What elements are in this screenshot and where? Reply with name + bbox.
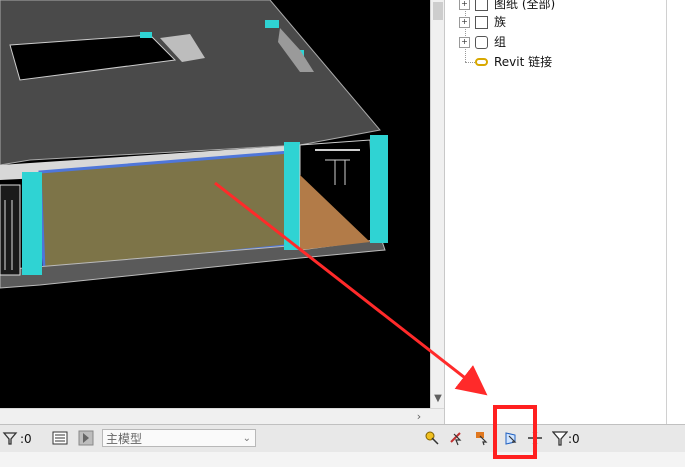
scroll-right-arrow-icon[interactable]: ›	[412, 409, 426, 425]
scrollbar-thumb[interactable]	[433, 2, 443, 20]
filter-small-icon[interactable]	[2, 430, 18, 446]
group-icon	[475, 35, 488, 49]
status-bar: :0 主模型 ⌄ :0	[0, 424, 685, 453]
vertical-scrollbar[interactable]: ▼	[430, 0, 445, 410]
active-model-label: 主模型	[106, 432, 143, 446]
expand-icon[interactable]: +	[459, 36, 470, 48]
horizontal-scrollbar[interactable]: ›	[0, 408, 444, 425]
properties-icon[interactable]	[52, 430, 68, 446]
select-links-icon[interactable]	[424, 430, 440, 446]
3d-viewport[interactable]	[0, 0, 430, 410]
family-icon	[475, 15, 488, 29]
scroll-down-arrow-icon[interactable]: ▼	[431, 392, 445, 406]
select-underlay-icon[interactable]	[448, 430, 464, 446]
filter-count: :0	[568, 432, 580, 446]
window-bottom-edge	[0, 452, 685, 467]
filter-icon[interactable]	[552, 430, 568, 446]
expand-icon[interactable]: +	[459, 0, 470, 10]
panel-edge	[666, 0, 685, 467]
annotation-highlight-box	[493, 405, 537, 459]
selection-count: :0	[20, 432, 32, 446]
tree-item-label: Revit 链接	[494, 55, 553, 69]
active-model-select[interactable]: 主模型 ⌄	[102, 429, 256, 447]
tree-item-families[interactable]: + 族	[459, 13, 506, 31]
tree-item-label: 图纸 (全部)	[494, 0, 556, 11]
building-model	[0, 0, 388, 289]
link-icon	[475, 58, 488, 66]
select-pinned-icon[interactable]	[474, 430, 490, 446]
tree-item-label: 组	[494, 35, 507, 49]
tree-item-groups[interactable]: + 组	[459, 33, 506, 51]
tree-item-label: 族	[494, 15, 507, 29]
design-option-icon[interactable]	[78, 430, 94, 446]
project-browser-tree: + 图纸 (全部) + 族 + 组 Revit 链接	[444, 0, 667, 424]
chevron-down-icon[interactable]: ⌄	[243, 430, 251, 448]
tree-item-revit-links[interactable]: Revit 链接	[475, 53, 552, 71]
tree-item-sheets[interactable]: + 图纸 (全部)	[459, 0, 555, 13]
expand-icon[interactable]: +	[459, 16, 470, 28]
sheet-icon	[475, 0, 488, 11]
